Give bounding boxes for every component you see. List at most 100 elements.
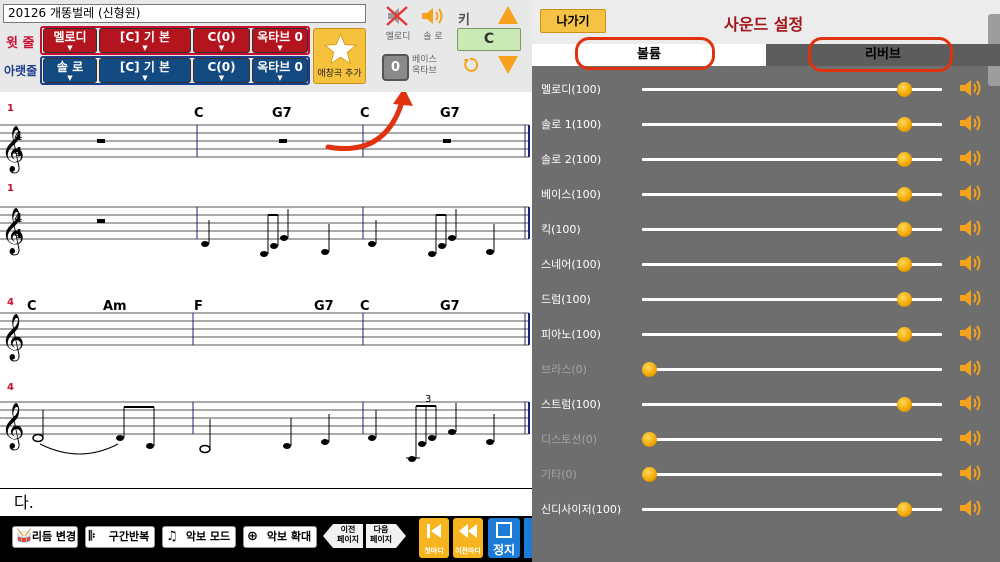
rhythm-change-button[interactable]: 🥁 리듬 변경 [12,526,78,548]
channel-row: 기타(0) [532,456,1000,491]
staff-1a [0,124,530,158]
channel-row: 솔로 2(100) [532,141,1000,176]
key-up-button[interactable] [497,5,519,25]
upper-octave-select[interactable]: 옥타브 0 ▼ [252,28,308,53]
measure-number: 4 [7,297,14,308]
speaker-icon[interactable] [958,357,984,379]
slider-knob[interactable] [897,222,912,237]
volume-slider[interactable] [642,257,942,272]
lower-key-mode-select[interactable]: [C] 기 본 ▼ [99,58,191,83]
key-reset-button[interactable] [462,57,479,73]
bass-octave-button[interactable]: 0 [382,54,409,81]
chord-symbol: G7 [314,299,334,314]
slider-knob[interactable] [897,397,912,412]
score-canvas: 3 𝄞 𝄞 𝄞 𝄞 4 4 4 4 1 1 4 4 C G7 C G7 C Am… [0,88,530,462]
staff-2a [0,312,530,346]
volume-slider[interactable] [642,292,942,307]
volume-slider[interactable] [642,117,942,132]
prev-bar-button[interactable]: 이전마디 [453,518,483,558]
slider-knob[interactable] [897,327,912,342]
key-label: 키 [458,13,470,28]
speaker-icon[interactable] [958,427,984,449]
time-signature: 4 [14,211,22,225]
slider-knob[interactable] [642,362,657,377]
volume-slider[interactable] [642,222,942,237]
melody-mute-toggle[interactable] [385,5,411,27]
slider-knob[interactable] [897,117,912,132]
slider-knob[interactable] [897,257,912,272]
stop-button[interactable]: 정지 [488,518,520,558]
chord-symbol: G7 [440,299,460,314]
volume-slider[interactable] [642,362,942,377]
upper-transpose-select[interactable]: C(0) ▼ [193,28,250,53]
volume-slider[interactable] [642,502,942,517]
rewind-icon [459,524,477,538]
panel-title: 사운드 설정 [724,15,804,34]
bass-octave-label: 베이스 옥타브 [412,55,437,76]
channel-row: 드럼(100) [532,281,1000,316]
lyrics-line: 다. [0,488,532,516]
slider-knob[interactable] [897,152,912,167]
slider-knob[interactable] [642,432,657,447]
slider-knob[interactable] [897,292,912,307]
speaker-icon[interactable] [958,217,984,239]
prev-page-button[interactable]: 이전 페이지 [323,524,363,548]
chevron-down-icon: ▼ [67,74,73,82]
speaker-icon[interactable] [958,287,984,309]
speaker-icon[interactable] [958,392,984,414]
staff-1b [0,206,530,257]
chevron-down-icon: ▼ [277,74,283,82]
slider-knob[interactable] [897,502,912,517]
volume-slider[interactable] [642,82,942,97]
key-down-button[interactable] [497,55,519,75]
play-button-edge[interactable] [524,518,532,558]
speaker-icon[interactable] [958,497,984,519]
upper-instrument-select[interactable]: 멜로디 ▼ [43,28,97,53]
speaker-icon[interactable] [958,182,984,204]
slider-knob[interactable] [897,187,912,202]
upper-key-mode-select[interactable]: [C] 기 본 ▼ [99,28,191,53]
speaker-icon[interactable] [958,462,984,484]
measure-number: 1 [7,183,14,194]
volume-slider[interactable] [642,432,942,447]
score-mode-button[interactable]: ♫ 악보 모드 [162,526,236,548]
channel-row: 멜로디(100) [532,71,1000,106]
channel-row: 피아노(100) [532,316,1000,351]
speaker-icon[interactable] [958,112,984,134]
treble-clef-icon: 𝄞 [1,314,25,362]
add-favorite-button[interactable]: 애창곡 추가 [313,28,366,84]
section-repeat-button[interactable]: 𝄆 구간반복 [85,526,155,548]
score-sheet[interactable]: 3 𝄞 𝄞 𝄞 𝄞 4 4 4 4 1 1 4 4 C G7 C G7 C Am… [0,88,532,486]
chord-symbol: G7 [272,106,292,121]
annotation-arrow-icon [325,88,413,151]
next-page-button[interactable]: 다음 페이지 [366,524,406,548]
solo-volume-toggle[interactable] [420,5,446,27]
speaker-icon[interactable] [958,77,984,99]
slider-knob[interactable] [642,467,657,482]
time-signature: 4 [14,129,22,143]
speaker-icon[interactable] [958,322,984,344]
stop-icon [496,522,512,538]
volume-slider[interactable] [642,397,942,412]
slider-knob[interactable] [897,82,912,97]
channel-label: 솔로 1(100) [541,118,602,131]
speaker-icon[interactable] [958,252,984,274]
score-zoom-button[interactable]: ⊕ 악보 확대 [243,526,317,548]
lower-transpose-select[interactable]: C(0) ▼ [193,58,250,83]
volume-slider[interactable] [642,467,942,482]
volume-slider[interactable] [642,327,942,342]
lower-instrument-select[interactable]: 솔 로 ▼ [43,58,97,83]
back-button[interactable]: 나가기 [540,9,606,33]
melody-label: 멜로디 [385,32,411,42]
channel-label: 킥(100) [541,223,581,236]
channel-row: 솔로 1(100) [532,106,1000,141]
lower-octave-select[interactable]: 옥타브 0 ▼ [252,58,308,83]
volume-slider[interactable] [642,187,942,202]
channel-row: 베이스(100) [532,176,1000,211]
volume-slider[interactable] [642,152,942,167]
zoom-in-icon: ⊕ [247,529,258,544]
first-bar-button[interactable]: 첫마디 [419,518,449,558]
speaker-icon[interactable] [958,147,984,169]
chord-symbol: C [27,299,37,314]
channel-label: 디스토션(0) [541,433,598,446]
